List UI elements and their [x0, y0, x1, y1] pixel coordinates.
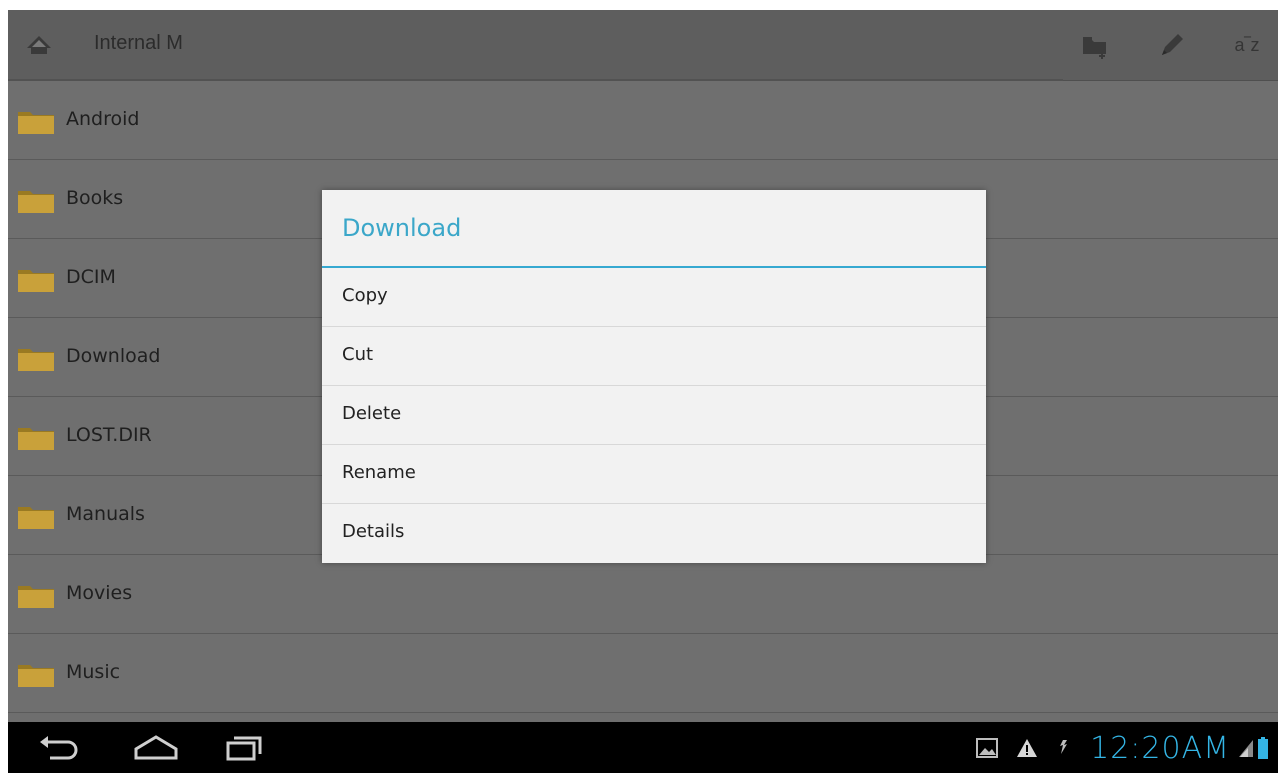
- folder-icon: [18, 189, 54, 213]
- battery-icon: [1258, 737, 1268, 759]
- menu-item-details[interactable]: Details: [322, 504, 986, 562]
- folder-name: Android: [66, 108, 140, 130]
- file-list-item[interactable]: Movies: [8, 555, 1278, 634]
- recent-apps-button[interactable]: [226, 732, 262, 764]
- current-path-label[interactable]: Internal M: [94, 32, 183, 55]
- file-list-item[interactable]: Music: [8, 634, 1278, 713]
- status-area[interactable]: 12:20AM: [958, 728, 1268, 768]
- folder-icon: [18, 663, 54, 687]
- menu-item-rename[interactable]: Rename: [322, 445, 986, 504]
- home-icon[interactable]: [26, 34, 52, 56]
- menu-item-cut[interactable]: Cut: [322, 327, 986, 386]
- new-folder-icon[interactable]: [1078, 28, 1112, 62]
- menu-item-label: Delete: [342, 403, 402, 424]
- menu-item-label: Details: [342, 521, 405, 542]
- menu-item-delete[interactable]: Delete: [322, 386, 986, 445]
- gallery-notification-icon[interactable]: [976, 738, 999, 758]
- folder-icon: [18, 347, 54, 371]
- back-icon: [40, 736, 78, 760]
- home-nav-icon: [134, 735, 178, 760]
- menu-item-label: Rename: [342, 462, 416, 483]
- file-list-item[interactable]: Android: [8, 81, 1278, 160]
- system-bar: 12:20AM: [8, 722, 1278, 773]
- dialog-title: Download: [342, 214, 462, 242]
- menu-item-label: Copy: [342, 285, 388, 306]
- sort-button[interactable]: a‾z: [1230, 28, 1264, 62]
- folder-icon: [18, 268, 54, 292]
- folder-name: Books: [66, 187, 124, 209]
- folder-name: Manuals: [66, 503, 145, 525]
- folder-icon: [18, 426, 54, 450]
- menu-item-copy[interactable]: Copy: [322, 268, 986, 327]
- folder-name: Movies: [66, 582, 133, 604]
- folder-icon: [18, 505, 54, 529]
- folder-icon: [18, 110, 54, 134]
- menu-item-label: Cut: [342, 344, 374, 365]
- action-bar: Internal M a‾z: [8, 10, 1278, 82]
- recents-icon: [226, 736, 262, 761]
- folder-icon: [18, 584, 54, 608]
- folder-name: LOST.DIR: [66, 424, 152, 446]
- folder-name: Music: [66, 661, 121, 683]
- home-button[interactable]: [132, 732, 180, 764]
- pencil-icon[interactable]: [1154, 28, 1188, 62]
- folder-name: DCIM: [66, 266, 116, 288]
- context-menu-dialog: Download Copy Cut Delete Rename Details: [322, 190, 986, 563]
- usb-debug-icon[interactable]: [1056, 738, 1070, 758]
- signal-icon: [1238, 738, 1254, 758]
- screen: Internal M a‾z Android Books DCIM Downlo…: [8, 10, 1278, 773]
- back-button[interactable]: [36, 732, 80, 764]
- folder-name: Download: [66, 345, 161, 367]
- clock[interactable]: 12:20AM: [1090, 731, 1230, 766]
- warning-icon[interactable]: [1016, 738, 1038, 758]
- dialog-menu: Copy Cut Delete Rename Details: [322, 268, 986, 562]
